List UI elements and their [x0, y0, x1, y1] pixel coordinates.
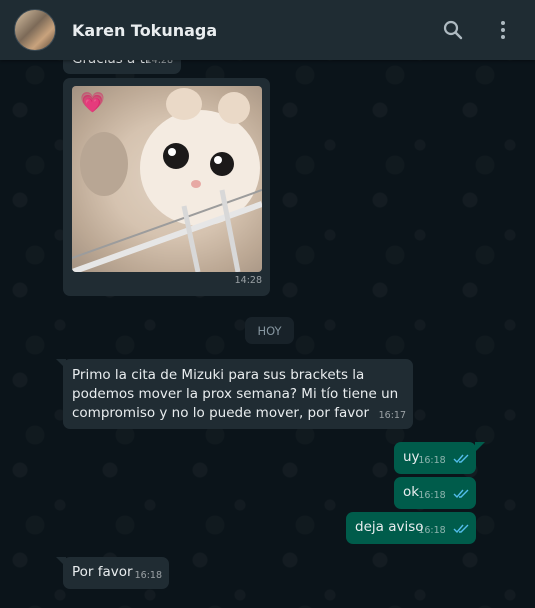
search-icon[interactable] [441, 18, 465, 42]
message-time: 16:18 [418, 455, 446, 466]
chat-header: Karen Tokunaga [0, 0, 535, 60]
message-text: uy [403, 449, 420, 465]
message-time: 16:18 [418, 490, 446, 501]
message-bubble-outgoing[interactable]: uy 16:18 [394, 442, 476, 474]
cat-photo[interactable]: 💗 [72, 86, 262, 272]
image-message[interactable]: 💗 14:28 [63, 78, 270, 296]
date-separator: HOY [245, 317, 294, 344]
read-ticks-icon [453, 524, 469, 534]
message-text: ok [403, 484, 420, 500]
message-text: deja aviso [355, 519, 424, 535]
message-time: 16:18 [134, 570, 162, 581]
message-bubble-incoming[interactable]: Por favor 16:18 [63, 557, 169, 589]
message-text: Por favor [72, 564, 133, 580]
message-bubble-outgoing[interactable]: ok 16:18 [394, 477, 476, 509]
heart-emoji: 💗 [80, 90, 105, 114]
message-line: compromiso y no lo puede mover, por favo… [72, 405, 370, 421]
message-time: 16:17 [378, 410, 406, 421]
menu-icon[interactable] [491, 18, 515, 42]
message-bubble-outgoing[interactable]: deja aviso 16:18 [346, 512, 476, 544]
avatar[interactable] [14, 9, 56, 51]
bubble-tail [475, 442, 485, 452]
contact-name[interactable]: Karen Tokunaga [72, 21, 441, 40]
message-bubble-incoming[interactable]: Primo la cita de Mizuki para sus bracket… [63, 359, 413, 429]
read-ticks-icon [453, 454, 469, 464]
message-line: podemos mover la prox semana? Mi tío tie… [72, 386, 399, 402]
message-time: 14:28 [234, 275, 262, 286]
message-time: 16:18 [418, 525, 446, 536]
read-ticks-icon [453, 489, 469, 499]
message-line: Primo la cita de Mizuki para sus bracket… [72, 367, 365, 383]
